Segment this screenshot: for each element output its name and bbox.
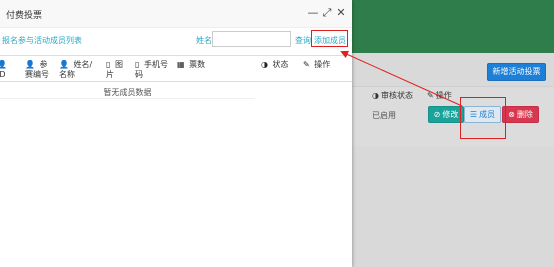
bg-column-audit-status: ◑ 审核状态 — [372, 91, 413, 100]
name-search-input[interactable] — [212, 31, 291, 47]
query-button[interactable]: 查询 — [295, 35, 311, 46]
mobile-icon: ▯ — [135, 60, 140, 69]
delete-button[interactable]: ⊗ 删除 — [502, 106, 539, 123]
column-status[interactable]: ◑ 状态 — [261, 60, 301, 70]
wrench-icon: ✎ — [303, 60, 310, 69]
half-circle-icon: ◑ — [261, 60, 268, 69]
member-list-link[interactable]: 报名参与活动成员列表 — [2, 35, 82, 46]
wrench-icon: ✎ — [427, 91, 434, 100]
minimize-icon[interactable]: — — [307, 7, 319, 19]
mobile-icon: ▯ — [106, 60, 111, 69]
calendar-icon: ▦ — [177, 60, 185, 69]
column-votes[interactable]: ▦ 票数 — [177, 60, 217, 70]
column-name[interactable]: 👤 姓名/名称 — [59, 60, 99, 80]
check-circle-icon: ⊘ — [433, 110, 441, 119]
person-icon: 👤 — [59, 60, 69, 69]
column-phone[interactable]: ▯ 手机号码 — [135, 60, 173, 80]
empty-table-message: 暂无成员数据 — [103, 88, 152, 97]
edit-button[interactable]: ⊘ 修改 — [428, 106, 464, 123]
table-divider — [0, 98, 255, 99]
member-table-header: 👤 ID 👤 参赛编号 👤 姓名/名称 ▯ 图片 ▯ 手机号码 ▦ 票数 ◑ 状… — [0, 55, 352, 82]
half-circle-icon: ◑ — [372, 91, 379, 100]
bg-column-actions: ✎ 操作 — [427, 91, 452, 100]
dialog-titlebar: 付费投票 — ⤢ ✕ — [0, 0, 352, 28]
maximize-icon[interactable]: ⤢ — [321, 7, 333, 19]
column-entry-number[interactable]: 👤 参赛编号 — [25, 60, 55, 80]
column-id[interactable]: 👤 ID — [0, 60, 13, 80]
highlight-box-add-member — [311, 30, 348, 47]
person-icon: 👤 — [25, 60, 35, 69]
member-dialog: 付费投票 — ⤢ ✕ 报名参与活动成员列表 姓名 查询 添加成员 👤 ID 👤 … — [0, 0, 352, 267]
column-image[interactable]: ▯ 图片 — [106, 60, 126, 80]
dialog-title: 付费投票 — [6, 11, 43, 21]
status-cell: 已启用 — [372, 111, 396, 120]
name-search-label: 姓名 — [196, 36, 212, 45]
column-actions[interactable]: ✎ 操作 — [303, 60, 343, 70]
highlight-box-member — [460, 97, 506, 139]
add-activity-button[interactable]: 新增活动投票 — [487, 63, 546, 81]
close-icon[interactable]: ✕ — [335, 7, 347, 19]
close-circle-icon: ⊗ — [508, 110, 515, 119]
person-icon: 👤 — [0, 60, 7, 69]
